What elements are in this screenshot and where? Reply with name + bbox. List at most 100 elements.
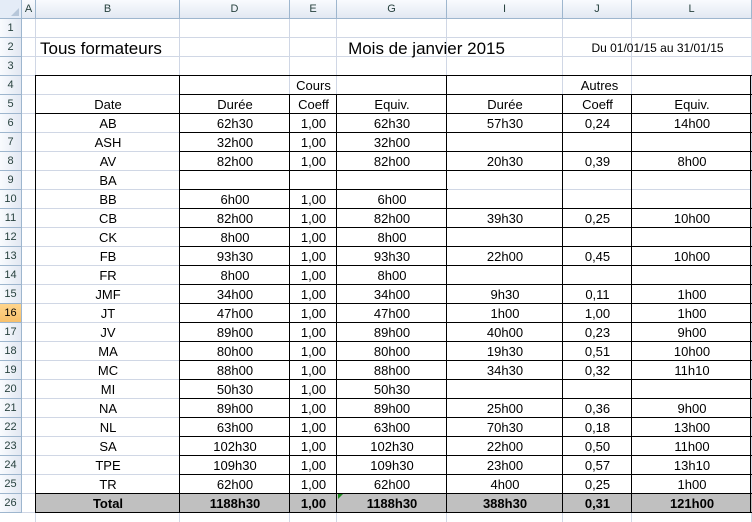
row-header-20[interactable]: 20 <box>0 380 22 399</box>
duree-cours-cell[interactable]: 50h30 <box>180 380 290 399</box>
duree-autres-cell[interactable] <box>447 171 563 190</box>
equiv-cours-cell[interactable]: 89h00 <box>337 399 447 418</box>
duree-cours-cell[interactable]: 63h00 <box>180 418 290 437</box>
duree-cours-cell[interactable]: 62h00 <box>180 475 290 494</box>
coeff-autres-cell[interactable]: 0,23 <box>563 323 632 342</box>
equiv-cours-cell[interactable]: 8h00 <box>337 228 447 247</box>
equiv-autres-cell[interactable]: 10h00 <box>632 209 752 228</box>
row-header-22[interactable]: 22 <box>0 418 22 437</box>
duree-autres-cell[interactable]: 19h30 <box>447 342 563 361</box>
equiv-cours-cell[interactable]: 63h00 <box>337 418 447 437</box>
equiv-autres-cell[interactable] <box>632 266 752 285</box>
column-header-a[interactable]: A <box>22 0 36 19</box>
duree-autres-cell[interactable]: 22h00 <box>447 437 563 456</box>
coeff-autres-cell[interactable]: 0,39 <box>563 152 632 171</box>
duree-autres-cell[interactable]: 40h00 <box>447 323 563 342</box>
equiv-cours-cell[interactable]: 6h00 <box>337 190 447 209</box>
column-header-i[interactable]: I <box>447 0 563 19</box>
row-header-7[interactable]: 7 <box>0 133 22 152</box>
duree-cours-cell[interactable]: 88h00 <box>180 361 290 380</box>
equiv-cours-cell[interactable]: 88h00 <box>337 361 447 380</box>
header-equiv-cours[interactable]: Equiv. <box>337 95 447 114</box>
row-header-9[interactable]: 9 <box>0 171 22 190</box>
row-header-24[interactable]: 24 <box>0 456 22 475</box>
row-header-10[interactable]: 10 <box>0 190 22 209</box>
duree-autres-cell[interactable]: 57h30 <box>447 114 563 133</box>
duree-autres-cell[interactable] <box>447 228 563 247</box>
column-header-d[interactable]: D <box>180 0 290 19</box>
coeff-autres-cell[interactable]: 0,50 <box>563 437 632 456</box>
trainer-cell[interactable]: ASH <box>36 133 180 152</box>
equiv-autres-cell[interactable]: 13h00 <box>632 418 752 437</box>
equiv-autres-cell[interactable]: 1h00 <box>632 285 752 304</box>
coeff-cours-cell[interactable]: 1,00 <box>290 190 337 209</box>
total-equiv-autres-cell[interactable]: 121h00 <box>632 494 752 513</box>
header-autres[interactable]: Autres <box>447 76 752 95</box>
equiv-autres-cell[interactable]: 8h00 <box>632 152 752 171</box>
trainer-cell[interactable]: JT <box>36 304 180 323</box>
trainer-cell[interactable]: BA <box>36 171 180 190</box>
duree-cours-cell[interactable]: 62h30 <box>180 114 290 133</box>
row-header-19[interactable]: 19 <box>0 361 22 380</box>
coeff-autres-cell[interactable]: 0,25 <box>563 475 632 494</box>
coeff-cours-cell[interactable]: 1,00 <box>290 228 337 247</box>
trainer-cell[interactable]: MA <box>36 342 180 361</box>
duree-autres-cell[interactable] <box>447 266 563 285</box>
coeff-cours-cell[interactable]: 1,00 <box>290 342 337 361</box>
duree-cours-cell[interactable]: 8h00 <box>180 228 290 247</box>
column-header-l[interactable]: L <box>632 0 752 19</box>
row-header-15[interactable]: 15 <box>0 285 22 304</box>
header-date[interactable]: Date <box>36 95 180 114</box>
coeff-autres-cell[interactable]: 0,45 <box>563 247 632 266</box>
coeff-cours-cell[interactable]: 1,00 <box>290 456 337 475</box>
trainer-cell[interactable]: TR <box>36 475 180 494</box>
coeff-autres-cell[interactable] <box>563 228 632 247</box>
duree-autres-cell[interactable] <box>447 133 563 152</box>
equiv-autres-cell[interactable] <box>632 190 752 209</box>
duree-cours-cell[interactable]: 47h00 <box>180 304 290 323</box>
coeff-autres-cell[interactable]: 0,25 <box>563 209 632 228</box>
select-all-corner[interactable] <box>0 0 22 19</box>
trainer-cell[interactable]: JMF <box>36 285 180 304</box>
equiv-autres-cell[interactable] <box>632 380 752 399</box>
duree-autres-cell[interactable]: 25h00 <box>447 399 563 418</box>
equiv-cours-cell[interactable]: 8h00 <box>337 266 447 285</box>
duree-autres-cell[interactable]: 23h00 <box>447 456 563 475</box>
duree-autres-cell[interactable]: 39h30 <box>447 209 563 228</box>
header-duree-cours[interactable]: Durée <box>180 95 290 114</box>
coeff-autres-cell[interactable] <box>563 380 632 399</box>
coeff-cours-cell[interactable]: 1,00 <box>290 247 337 266</box>
row-header-25[interactable]: 25 <box>0 475 22 494</box>
duree-cours-cell[interactable]: 8h00 <box>180 266 290 285</box>
coeff-cours-cell[interactable]: 1,00 <box>290 285 337 304</box>
coeff-autres-cell[interactable]: 0,32 <box>563 361 632 380</box>
trainer-cell[interactable]: JV <box>36 323 180 342</box>
coeff-cours-cell[interactable]: 1,00 <box>290 475 337 494</box>
row-header-11[interactable]: 11 <box>0 209 22 228</box>
duree-autres-cell[interactable]: 1h00 <box>447 304 563 323</box>
equiv-cours-cell[interactable]: 82h00 <box>337 209 447 228</box>
column-header-j[interactable]: J <box>563 0 632 19</box>
coeff-cours-cell[interactable]: 1,00 <box>290 437 337 456</box>
header-coeff-cours[interactable]: Coeff <box>290 95 337 114</box>
equiv-autres-cell[interactable]: 1h00 <box>632 475 752 494</box>
equiv-autres-cell[interactable]: 9h00 <box>632 323 752 342</box>
total-duree-cours-cell[interactable]: 1188h30 <box>180 494 290 513</box>
coeff-autres-cell[interactable] <box>563 171 632 190</box>
duree-autres-cell[interactable] <box>447 380 563 399</box>
coeff-autres-cell[interactable] <box>563 190 632 209</box>
duree-autres-cell[interactable]: 9h30 <box>447 285 563 304</box>
row-header-16[interactable]: 16 <box>0 304 22 323</box>
equiv-autres-cell[interactable] <box>632 171 752 190</box>
coeff-autres-cell[interactable]: 0,24 <box>563 114 632 133</box>
coeff-autres-cell[interactable]: 1,00 <box>563 304 632 323</box>
coeff-autres-cell[interactable]: 0,51 <box>563 342 632 361</box>
period-cell[interactable]: Du 01/01/15 au 31/01/15 <box>563 37 752 59</box>
column-header-e[interactable]: E <box>290 0 337 19</box>
header-coeff-autres[interactable]: Coeff <box>563 95 632 114</box>
duree-autres-cell[interactable]: 22h00 <box>447 247 563 266</box>
coeff-autres-cell[interactable]: 0,36 <box>563 399 632 418</box>
equiv-cours-cell[interactable]: 102h30 <box>337 437 447 456</box>
duree-cours-cell[interactable]: 89h00 <box>180 399 290 418</box>
equiv-cours-cell[interactable]: 93h30 <box>337 247 447 266</box>
